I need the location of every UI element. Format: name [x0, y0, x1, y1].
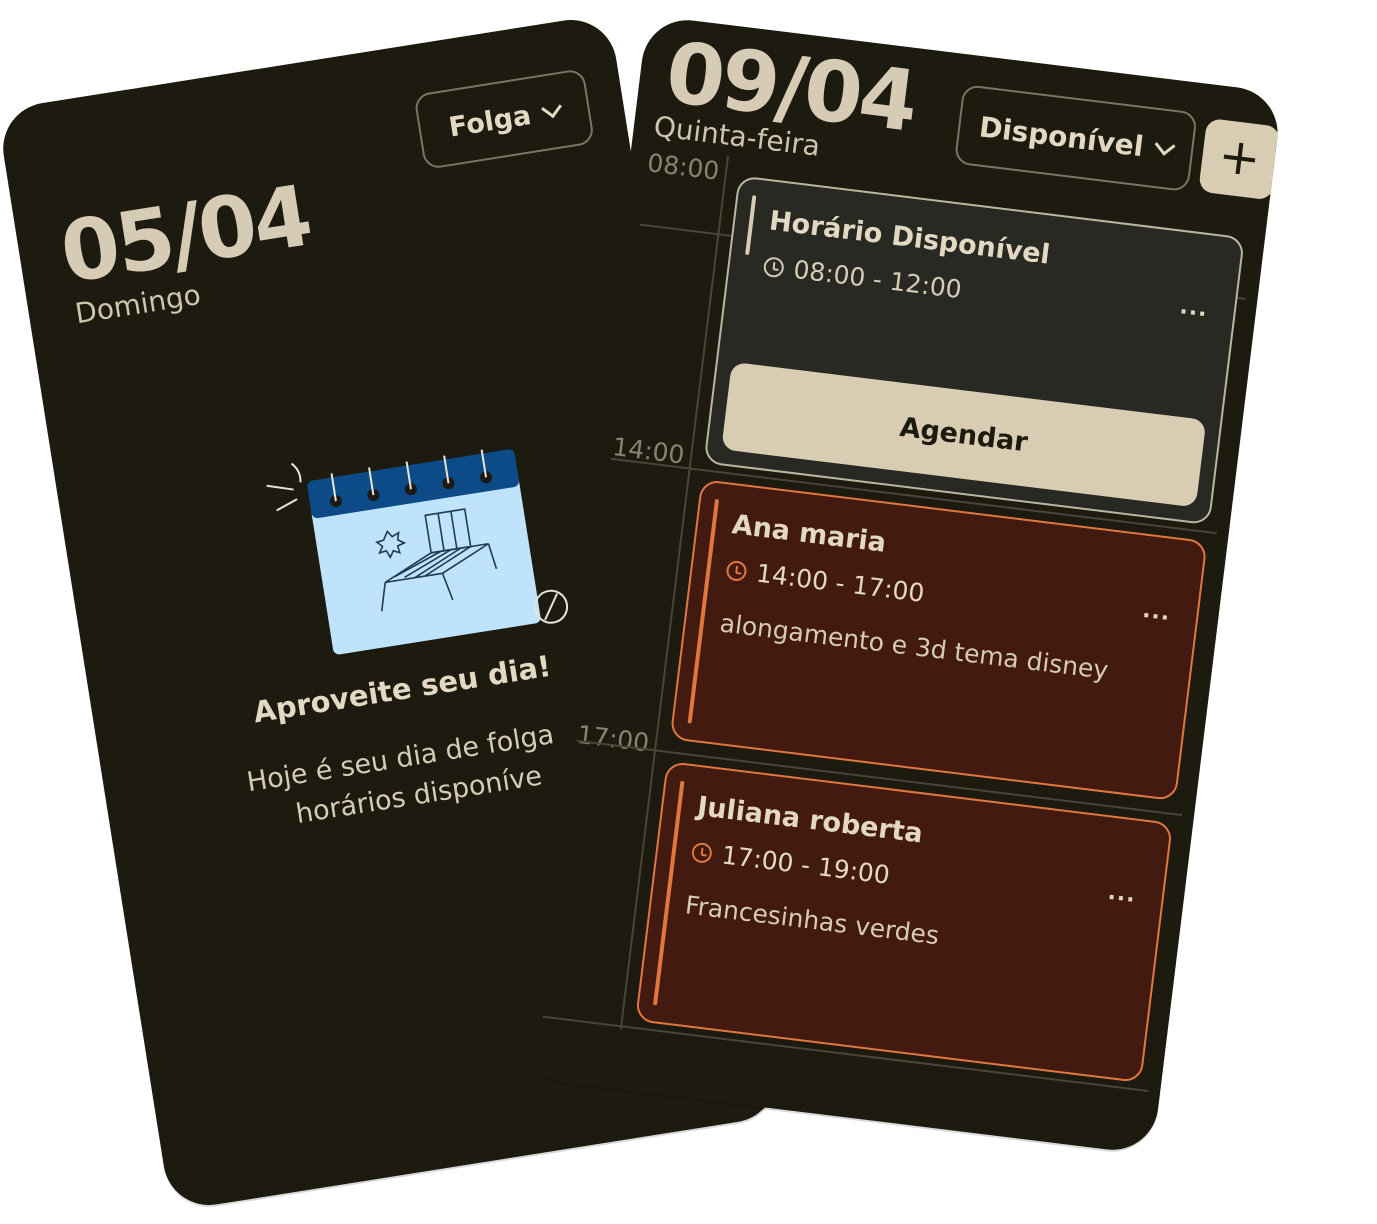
add-button[interactable]: +: [1198, 117, 1281, 201]
event-time-text: 08:00 - 12:00: [791, 254, 964, 305]
sparkle-line: [276, 498, 298, 512]
event-time: 14:00 - 17:00: [725, 555, 926, 608]
time-label: 17:00: [575, 719, 651, 758]
event-time-text: 17:00 - 19:00: [720, 840, 892, 890]
status-dropdown-label: Folga: [446, 99, 534, 144]
event-note: Francesinhas verdes: [683, 890, 941, 951]
sparkle-line: [266, 484, 294, 491]
more-options-button[interactable]: ...: [1107, 880, 1138, 908]
event-title: Ana maria: [730, 509, 888, 559]
calendar-illustration: [266, 449, 569, 655]
status-dropdown[interactable]: Folga: [413, 68, 596, 171]
page-curl: [544, 593, 559, 621]
clock-icon: [762, 255, 785, 278]
day-date: 05/04: [54, 166, 316, 303]
available-slot-card[interactable]: Horário Disponível 08:00 - 12:00 ... Age…: [703, 175, 1245, 526]
more-options-button[interactable]: ...: [1178, 294, 1209, 322]
appointment-card[interactable]: Ana maria 14:00 - 17:00 alongamento e 3d…: [669, 479, 1208, 802]
event-accent-bar: [745, 195, 757, 256]
status-dropdown[interactable]: Disponível: [953, 84, 1198, 193]
clock-icon: [725, 559, 748, 582]
clock-icon: [690, 841, 714, 864]
time-label: 08:00: [645, 148, 721, 186]
event-accent-bar: [652, 780, 685, 1006]
more-options-button[interactable]: ...: [1141, 598, 1172, 626]
schedule-button[interactable]: Agendar: [721, 361, 1207, 508]
event-note: alongamento e 3d tema disney: [718, 608, 1110, 685]
sparkle-line: [290, 462, 302, 483]
event-accent-bar: [687, 498, 720, 724]
appointment-card[interactable]: Juliana roberta 17:00 - 19:00 Francesinh…: [634, 760, 1174, 1084]
event-time: 17:00 - 19:00: [690, 837, 891, 890]
event-time: 08:00 - 12:00: [762, 251, 963, 304]
day-card-thursday: 09/04 Quinta-feira Disponível + 08:00 14…: [517, 14, 1283, 1156]
chevron-down-icon: [540, 96, 562, 118]
status-dropdown-label: Disponível: [977, 109, 1146, 163]
event-time-text: 14:00 - 17:00: [754, 558, 926, 608]
chevron-down-icon: [1154, 134, 1176, 156]
